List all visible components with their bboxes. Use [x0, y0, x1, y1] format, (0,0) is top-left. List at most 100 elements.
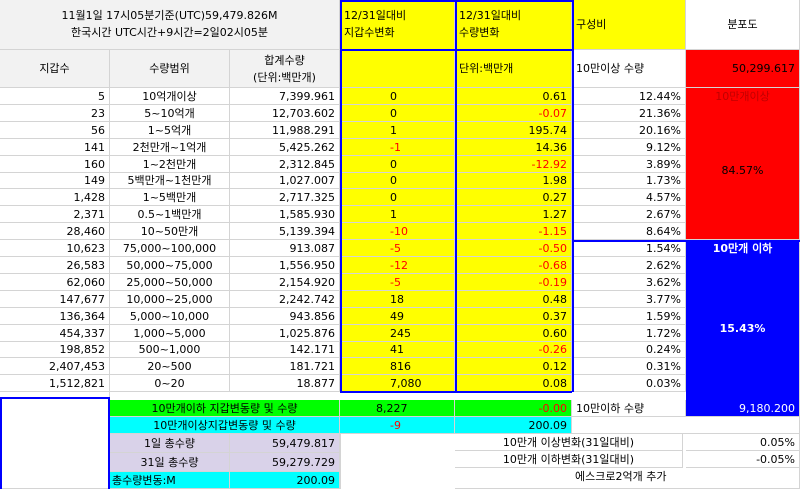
wallet-count-cell[interactable]: 2,371: [0, 206, 110, 223]
composition-cell[interactable]: 20.16%: [572, 122, 686, 139]
wallet-count-cell[interactable]: 454,337: [0, 325, 110, 342]
day1-total-label[interactable]: 1일 총수량: [110, 434, 230, 453]
distribution-under-label[interactable]: 10만개 이하: [686, 240, 800, 257]
composition-cell[interactable]: 0.03%: [572, 375, 686, 392]
wallet-count-cell[interactable]: 149: [0, 173, 110, 189]
day31-total-value[interactable]: 59,279.729: [230, 453, 340, 472]
composition-cell[interactable]: 2.67%: [572, 206, 686, 223]
total-qty-cell[interactable]: 913.087: [230, 240, 340, 257]
summary-blank-2[interactable]: [572, 417, 800, 434]
under-wallet-change[interactable]: 8,227: [340, 400, 455, 417]
qty-change-cell[interactable]: 195.74: [455, 122, 572, 139]
over-qty-change[interactable]: 200.09: [455, 417, 572, 434]
qty-change-cell[interactable]: -0.68: [455, 257, 572, 274]
composition-cell[interactable]: 3.62%: [572, 274, 686, 291]
composition-cell[interactable]: 3.77%: [572, 291, 686, 308]
wallet-change-cell[interactable]: 0: [340, 105, 455, 122]
summary-lav-block[interactable]: [340, 434, 341, 489]
qty-change-cell[interactable]: 14.36: [455, 139, 572, 156]
wallet-count-cell[interactable]: 1,512,821: [0, 375, 110, 392]
wallet-count-cell[interactable]: 1,428: [0, 189, 110, 206]
distribution-over-pct[interactable]: 84.57%: [686, 162, 800, 180]
composition-cell[interactable]: 21.36%: [572, 105, 686, 122]
wallet-change-cell[interactable]: -1: [340, 139, 455, 156]
composition-cell[interactable]: 12.44%: [572, 88, 686, 105]
qty-change-cell[interactable]: -0.26: [455, 342, 572, 358]
qty-range-cell[interactable]: 1,000~5,000: [110, 325, 230, 342]
wallet-change-cell[interactable]: 245: [340, 325, 455, 342]
qty-range-cell[interactable]: 2천만개~1억개: [110, 139, 230, 156]
wallet-count-cell[interactable]: 2,407,453: [0, 358, 110, 375]
qty-range-cell[interactable]: 5~10억개: [110, 105, 230, 122]
qty-range-cell[interactable]: 0~20: [110, 375, 230, 392]
distribution-under-pct[interactable]: 15.43%: [686, 320, 800, 338]
under-qty-change[interactable]: -0.00: [455, 400, 572, 417]
qty-change-cell[interactable]: -1.15: [455, 223, 572, 240]
day31-total-label[interactable]: 31일 총수량: [110, 453, 230, 472]
wallet-change-cell[interactable]: 1: [340, 122, 455, 139]
wallet-count-cell[interactable]: 10,623: [0, 240, 110, 257]
total-qty-cell[interactable]: 5,139.394: [230, 223, 340, 240]
composition-cell[interactable]: 2.62%: [572, 257, 686, 274]
qty-range-cell[interactable]: 25,000~50,000: [110, 274, 230, 291]
under-change-31-label[interactable]: 10만개 이하변화(31일대비): [455, 451, 683, 468]
wallet-count-cell[interactable]: 136,364: [0, 308, 110, 325]
qty-change-cell[interactable]: -12.92: [455, 156, 572, 173]
wallet-change-cell[interactable]: 1: [340, 206, 455, 223]
qty-change-cell[interactable]: 0.08: [455, 375, 572, 392]
wallet-count-cell[interactable]: 56: [0, 122, 110, 139]
total-qty-cell[interactable]: 11,988.291: [230, 122, 340, 139]
composition-cell[interactable]: 3.89%: [572, 156, 686, 173]
total-qty-cell[interactable]: 142.171: [230, 342, 340, 358]
total-qty-cell[interactable]: 7,399.961: [230, 88, 340, 105]
qty-range-cell[interactable]: 10억개이상: [110, 88, 230, 105]
wallet-count-cell[interactable]: 147,677: [0, 291, 110, 308]
qty-range-cell[interactable]: 1~5백만개: [110, 189, 230, 206]
wallet-change-cell[interactable]: -12: [340, 257, 455, 274]
qty-range-cell[interactable]: 75,000~100,000: [110, 240, 230, 257]
qty-range-cell[interactable]: 500~1,000: [110, 342, 230, 358]
over-change-31-value[interactable]: 0.05%: [686, 434, 800, 451]
wallet-change-cell[interactable]: -5: [340, 240, 455, 257]
wallet-change-cell[interactable]: 18: [340, 291, 455, 308]
qty-range-header[interactable]: 수량범위: [110, 50, 230, 88]
wallet-count-cell[interactable]: 141: [0, 139, 110, 156]
wallet-change-cell[interactable]: -10: [340, 223, 455, 240]
total-qty-cell[interactable]: 181.721: [230, 358, 340, 375]
day1-total-value[interactable]: 59,479.817: [230, 434, 340, 453]
composition-cell[interactable]: 4.57%: [572, 189, 686, 206]
qty-change-cell[interactable]: 0.48: [455, 291, 572, 308]
total-change-label[interactable]: 총수량변동:M: [110, 472, 230, 489]
qty-change-cell[interactable]: 0.61: [455, 88, 572, 105]
wallet-change-sub[interactable]: [340, 50, 455, 88]
wallet-count-cell[interactable]: 62,060: [0, 274, 110, 291]
wallet-count-cell[interactable]: 23: [0, 105, 110, 122]
under-100k-label[interactable]: 10만이하 수량: [572, 400, 686, 417]
total-qty-cell[interactable]: 18.877: [230, 375, 340, 392]
qty-range-cell[interactable]: 5백만개~1천만개: [110, 173, 230, 189]
qty-range-cell[interactable]: 1~2천만개: [110, 156, 230, 173]
wallet-change-header[interactable]: 12/31일대비 지갑수변화: [340, 0, 455, 50]
qty-change-header[interactable]: 12/31일대비 수량변화: [455, 0, 572, 50]
under-change-label[interactable]: 10만개이하 지갑변동량 및 수량: [110, 400, 340, 417]
qty-change-cell[interactable]: 0.60: [455, 325, 572, 342]
composition-cell[interactable]: 8.64%: [572, 223, 686, 240]
distribution-header[interactable]: 분포도: [686, 0, 800, 50]
qty-change-cell[interactable]: 1.98: [455, 173, 572, 189]
total-change-value[interactable]: 200.09: [230, 472, 340, 489]
total-qty-cell[interactable]: 2,242.742: [230, 291, 340, 308]
qty-change-cell[interactable]: -0.19: [455, 274, 572, 291]
qty-range-cell[interactable]: 0.5~1백만개: [110, 206, 230, 223]
total-qty-cell[interactable]: 1,027.007: [230, 173, 340, 189]
total-qty-cell[interactable]: 943.856: [230, 308, 340, 325]
wallet-change-cell[interactable]: -5: [340, 274, 455, 291]
distribution-over-label[interactable]: 10만개이상: [686, 88, 800, 105]
wallet-change-cell[interactable]: 41: [340, 342, 455, 358]
over-100k-value[interactable]: 50,299.617: [686, 50, 800, 88]
composition-header[interactable]: 구성비: [572, 0, 686, 50]
wallet-count-cell[interactable]: 5: [0, 88, 110, 105]
wallet-count-header[interactable]: 지갑수: [0, 50, 110, 88]
total-qty-cell[interactable]: 1,585.930: [230, 206, 340, 223]
wallet-count-cell[interactable]: 26,583: [0, 257, 110, 274]
total-qty-header[interactable]: 합계수량 (단위:백만개): [230, 50, 340, 88]
